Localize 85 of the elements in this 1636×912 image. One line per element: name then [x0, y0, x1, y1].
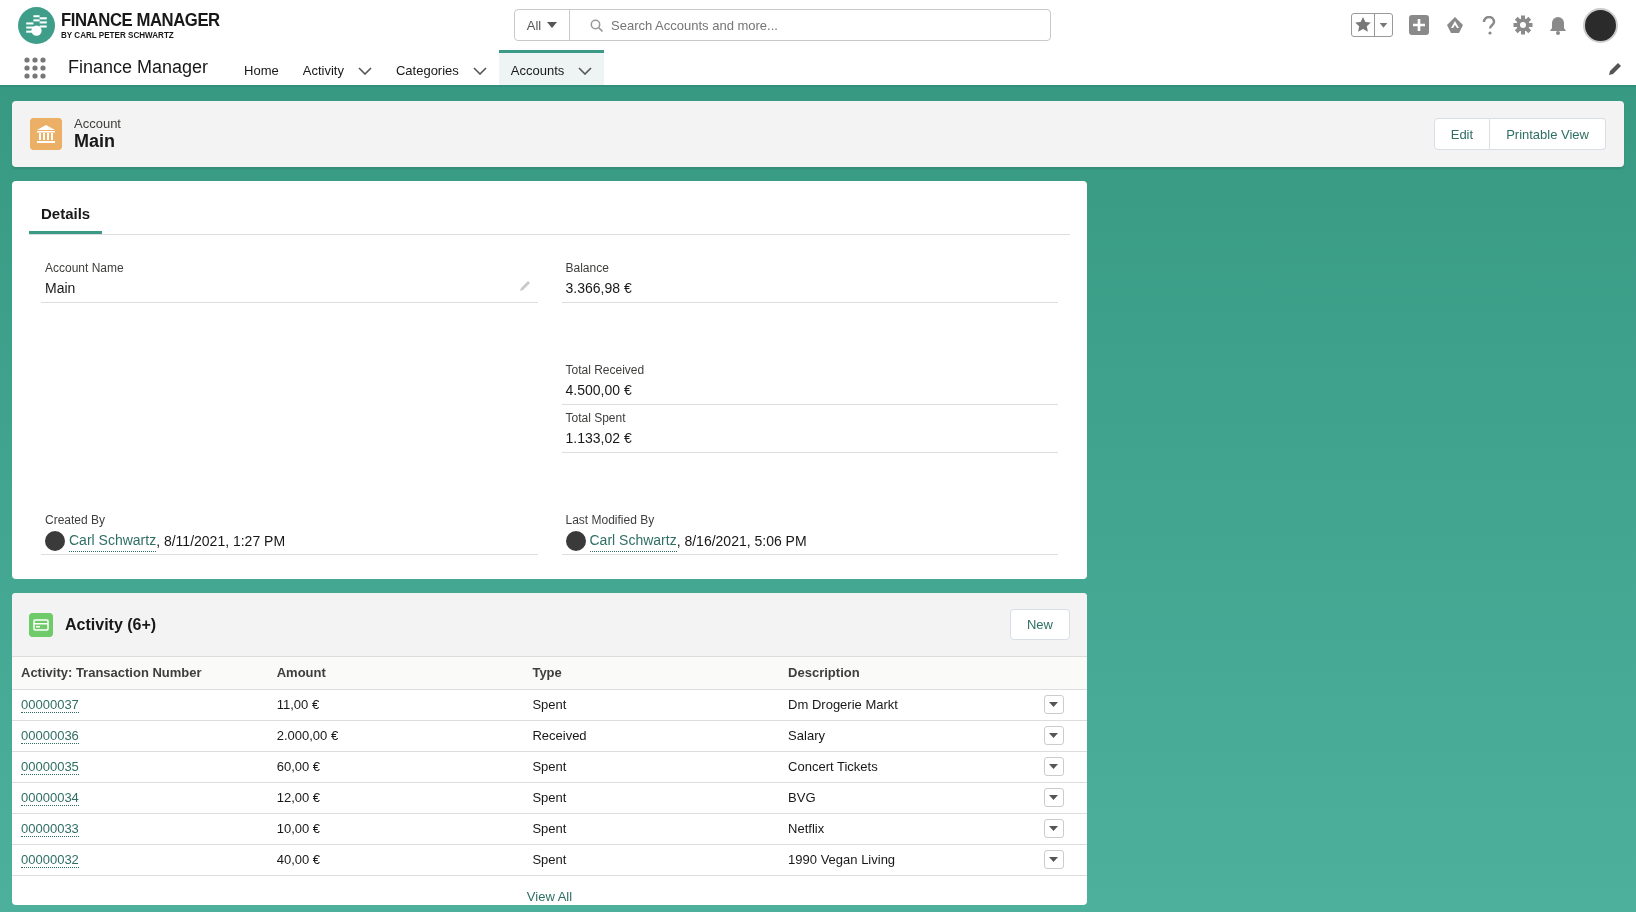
column-header: Description [779, 657, 1035, 689]
table-cell: Received [523, 720, 780, 751]
details-tab[interactable]: Details [29, 193, 103, 234]
search-icon [590, 18, 603, 32]
table-cell: 10,00 € [267, 813, 524, 844]
table-cell: 1990 Vegan Living [779, 844, 1035, 875]
row-menu-button[interactable] [1043, 726, 1064, 745]
column-header: Activity: Transaction Number [12, 657, 268, 689]
logo-subtitle: BY CARL PETER SCHWARTZ [61, 30, 175, 40]
record-type: Account [74, 116, 121, 131]
section-title: Activity (6+) [65, 615, 157, 634]
nav-tab[interactable]: Accounts [498, 50, 605, 85]
table-cell: Spent [523, 751, 780, 782]
field-label: Created By [45, 512, 107, 529]
field-value: Main [45, 279, 76, 298]
table-cell: Salary [779, 720, 1035, 751]
timestamp: , 8/16/2021, 5:06 PM [676, 531, 807, 551]
column-header: Amount [267, 657, 524, 689]
new-button[interactable]: New [1010, 609, 1070, 640]
transaction-link[interactable]: 00000032 [21, 852, 79, 868]
table-cell: 60,00 € [267, 751, 524, 782]
caret-icon [1049, 702, 1059, 707]
column-header: Type [523, 657, 780, 689]
caret-icon [1049, 857, 1059, 862]
nav-tab[interactable]: Activity [290, 50, 384, 85]
nav-tab[interactable]: Home [232, 50, 291, 85]
bank-icon [30, 118, 62, 150]
field-value: 4.500,00 € [565, 381, 632, 400]
row-menu-button[interactable] [1043, 850, 1064, 869]
view-all-link[interactable]: View All [520, 887, 579, 905]
action-button[interactable]: Edit [1433, 118, 1491, 150]
app-launcher-icon[interactable] [24, 56, 46, 79]
table-cell: Spent [523, 782, 780, 813]
card-icon [29, 612, 53, 637]
field-label: Balance [565, 260, 610, 277]
search-field[interactable]: All Search Accounts and more... [514, 9, 1051, 41]
plus-icon[interactable] [1409, 15, 1429, 35]
caret-icon [547, 22, 558, 28]
app-name: Finance Manager [68, 57, 209, 78]
table-cell: 11,00 € [267, 689, 524, 720]
row-menu-button[interactable] [1043, 757, 1064, 776]
transaction-link[interactable]: 00000033 [21, 821, 79, 837]
row-menu-button[interactable] [1043, 819, 1064, 838]
transaction-link[interactable]: 00000037 [21, 697, 79, 713]
field-label: Total Spent [565, 410, 627, 427]
row-menu-button[interactable] [1043, 788, 1064, 807]
row-menu-button[interactable] [1043, 695, 1064, 714]
caret-icon [1049, 826, 1059, 831]
nav-tab[interactable]: Categories [383, 50, 499, 85]
favorites-button[interactable] [1351, 13, 1393, 37]
field-value: 3.366,98 € [565, 279, 632, 298]
record-title: Main [74, 131, 116, 152]
table-cell: 40,00 € [267, 844, 524, 875]
table-cell: Spent [523, 844, 780, 875]
action-button[interactable]: Printable View [1490, 118, 1606, 150]
user-avatar[interactable] [1583, 7, 1618, 43]
caret-icon [1049, 764, 1059, 769]
user-link[interactable]: Carl Schwartz [589, 529, 677, 552]
caret-icon [1049, 733, 1059, 738]
settings-icon[interactable] [1513, 15, 1533, 35]
timestamp: , 8/11/2021, 1:27 PM [156, 531, 286, 551]
logo-icon [18, 6, 55, 44]
table-cell: 12,00 € [267, 782, 524, 813]
help-icon[interactable] [1481, 15, 1497, 35]
table-cell: Netflix [779, 813, 1035, 844]
table-cell: 2.000,00 € [267, 720, 524, 751]
table-cell: Dm Drogerie Markt [779, 689, 1035, 720]
caret-icon [1049, 795, 1059, 800]
field-value: 1.133,02 € [565, 429, 632, 448]
field-label: Account Name [45, 260, 125, 277]
transaction-link[interactable]: 00000036 [21, 728, 79, 744]
table-cell: Spent [523, 689, 780, 720]
pencil-icon[interactable] [1608, 62, 1622, 76]
transaction-link[interactable]: 00000034 [21, 790, 79, 806]
field-label: Last Modified By [565, 512, 656, 529]
table-cell: BVG [779, 782, 1035, 813]
user-avatar [565, 530, 586, 551]
table-cell: Spent [523, 813, 780, 844]
logo-title: FINANCE MANAGER [61, 10, 220, 30]
scope-dropdown[interactable]: All [515, 10, 570, 40]
bell-icon[interactable] [1549, 15, 1567, 35]
transaction-link[interactable]: 00000035 [21, 759, 79, 775]
user-avatar [45, 530, 65, 551]
field-label: Total Received [565, 362, 646, 379]
table-cell: Concert Tickets [779, 751, 1035, 782]
